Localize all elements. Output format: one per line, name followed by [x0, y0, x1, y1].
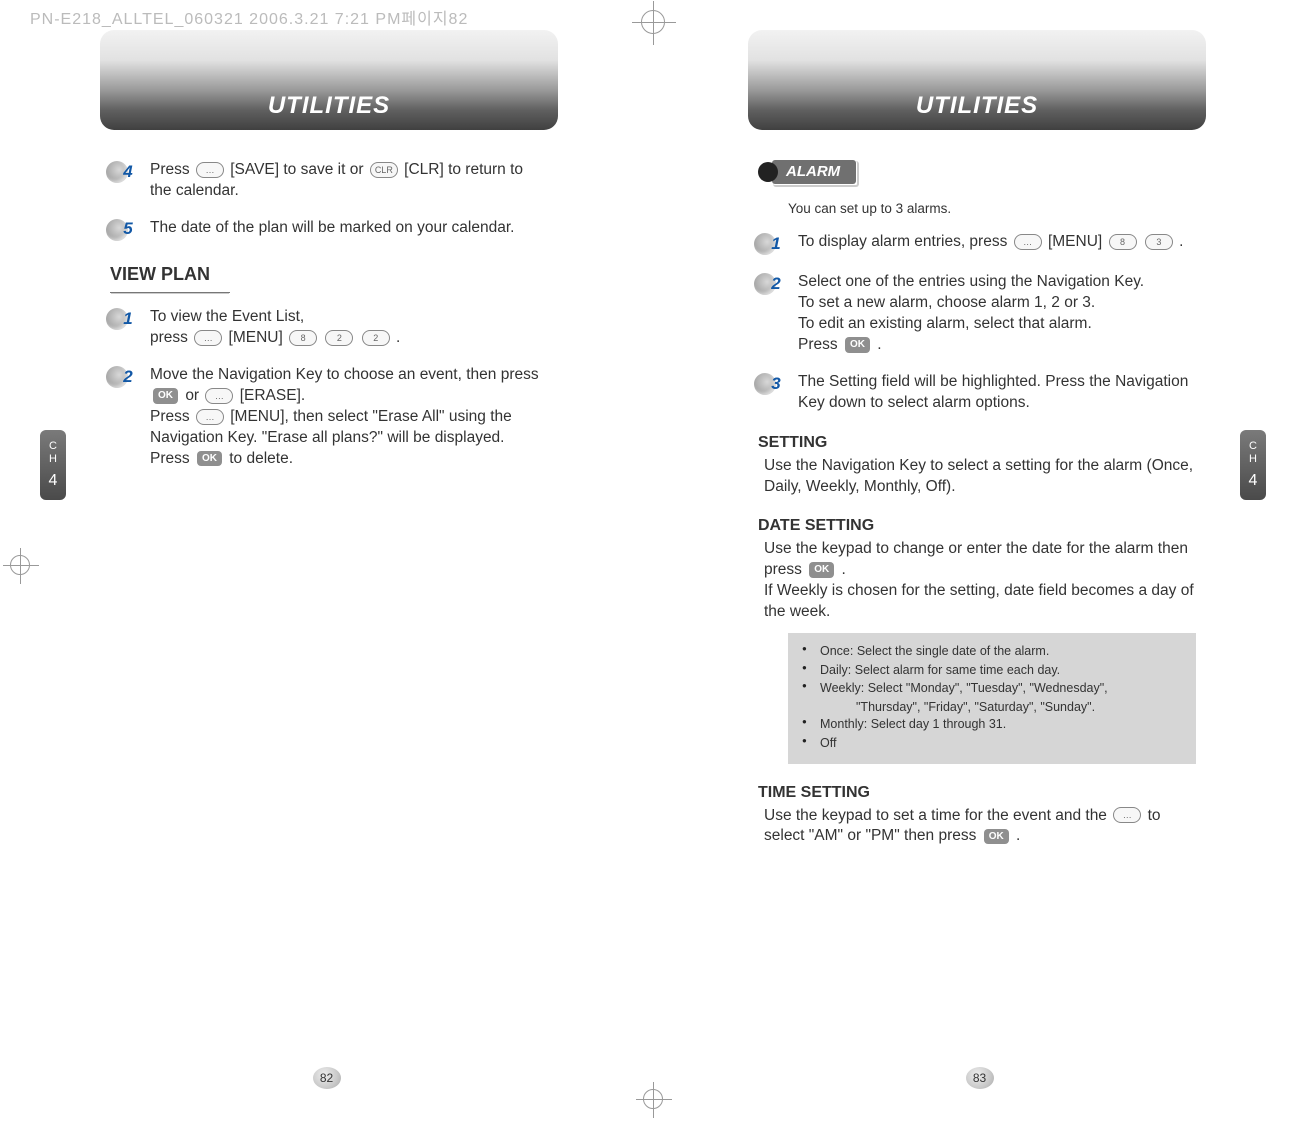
alarm-section-label: ALARM: [758, 160, 856, 184]
step-4: 4 Press … [SAVE] to save it or CLR [CLR]…: [110, 160, 548, 202]
key-8-icon: 8: [1109, 234, 1137, 250]
alarm-step-number-2: 2: [758, 272, 788, 296]
page-left: UTILITIES CH 4 4 Press … [SAVE] to save …: [0, 0, 653, 1129]
header-title-right: UTILITIES: [916, 92, 1038, 120]
time-setting-body: Use the keypad to set a time for the eve…: [764, 806, 1196, 848]
content-right: ALARM You can set up to 3 alarms. 1 To d…: [758, 160, 1196, 847]
note-off: Off: [802, 735, 1182, 752]
step-number-4: 4: [110, 160, 140, 184]
header-band-left: UTILITIES: [100, 30, 558, 130]
header-title-left: UTILITIES: [268, 92, 390, 120]
note-weekly-cont: "Thursday", "Friday", "Saturday", "Sunda…: [802, 699, 1182, 716]
date-setting-body: Use the keypad to change or enter the da…: [764, 539, 1196, 623]
time-setting-heading: TIME SETTING: [758, 782, 1196, 804]
alarm-step-3: 3 The Setting field will be highlighted.…: [758, 372, 1196, 414]
content-left: 4 Press … [SAVE] to save it or CLR [CLR]…: [110, 160, 548, 470]
view-plan-step-1: 1 To view the Event List, press … [MENU]…: [110, 307, 548, 349]
softkey-icon: …: [194, 330, 222, 346]
step-5: 5 The date of the plan will be marked on…: [110, 218, 548, 242]
alarm-step-3-text: The Setting field will be highlighted. P…: [798, 372, 1196, 414]
chapter-tab-ch: CH: [1249, 440, 1257, 466]
chapter-tab-right: CH 4: [1240, 430, 1266, 500]
ok-key-icon: OK: [153, 388, 178, 404]
alarm-step-1: 1 To display alarm entries, press … [MEN…: [758, 232, 1196, 256]
key-3-icon: 3: [1145, 234, 1173, 250]
page-spread: UTILITIES CH 4 4 Press … [SAVE] to save …: [0, 0, 1306, 1129]
key-2-icon: 2: [362, 330, 390, 346]
softkey-icon: …: [1014, 234, 1042, 250]
alarm-step-2-text: Select one of the entries using the Navi…: [798, 272, 1196, 356]
pill-dot-icon: [758, 162, 778, 182]
note-daily: Daily: Select alarm for same time each d…: [802, 662, 1182, 679]
vp-step-2-text: Move the Navigation Key to choose an eve…: [150, 365, 548, 470]
step-number-5: 5: [110, 218, 140, 242]
note-weekly: Weekly: Select "Monday", "Tuesday", "Wed…: [802, 680, 1182, 697]
clr-key-icon: CLR: [370, 162, 398, 178]
setting-body: Use the Navigation Key to select a setti…: [764, 456, 1196, 498]
alarm-label-text: ALARM: [772, 160, 856, 184]
step-4-text: Press … [SAVE] to save it or CLR [CLR] t…: [150, 160, 548, 202]
alarm-step-2: 2 Select one of the entries using the Na…: [758, 272, 1196, 356]
vp-step-number-1: 1: [110, 307, 140, 331]
ok-key-icon: OK: [845, 337, 870, 353]
setting-heading: SETTING: [758, 432, 1196, 454]
chapter-tab-num: 4: [49, 471, 58, 490]
softkey-icon: …: [205, 388, 233, 404]
page-number-right: 83: [966, 1067, 994, 1089]
vp-step-number-2: 2: [110, 365, 140, 389]
header-band-right: UTILITIES: [748, 30, 1206, 130]
page-right: UTILITIES CH 4 ALARM You can set up to 3…: [653, 0, 1306, 1129]
alarm-intro: You can set up to 3 alarms.: [788, 200, 1196, 218]
step-5-text: The date of the plan will be marked on y…: [150, 218, 548, 239]
ok-key-icon: OK: [197, 451, 222, 467]
chapter-tab-left: CH 4: [40, 430, 66, 500]
date-setting-heading: DATE SETTING: [758, 515, 1196, 537]
ok-key-icon: OK: [984, 829, 1009, 845]
section-view-plan: VIEW PLAN: [110, 262, 230, 293]
alarm-step-1-text: To display alarm entries, press … [MENU]…: [798, 232, 1196, 253]
key-2-icon: 2: [325, 330, 353, 346]
softkey-icon: …: [1113, 807, 1141, 823]
softkey-icon: …: [196, 409, 224, 425]
page-number-left: 82: [313, 1067, 341, 1089]
note-once: Once: Select the single date of the alar…: [802, 643, 1182, 660]
view-plan-step-2: 2 Move the Navigation Key to choose an e…: [110, 365, 548, 470]
chapter-tab-ch: CH: [49, 440, 57, 466]
alarm-step-number-1: 1: [758, 232, 788, 256]
softkey-icon: …: [196, 162, 224, 178]
key-8-icon: 8: [289, 330, 317, 346]
alarm-step-number-3: 3: [758, 372, 788, 396]
ok-key-icon: OK: [809, 562, 834, 578]
chapter-tab-num: 4: [1249, 471, 1258, 490]
note-monthly: Monthly: Select day 1 through 31.: [802, 716, 1182, 733]
date-options-note: Once: Select the single date of the alar…: [788, 633, 1196, 764]
vp-step-1-text: To view the Event List, press … [MENU] 8…: [150, 307, 548, 349]
